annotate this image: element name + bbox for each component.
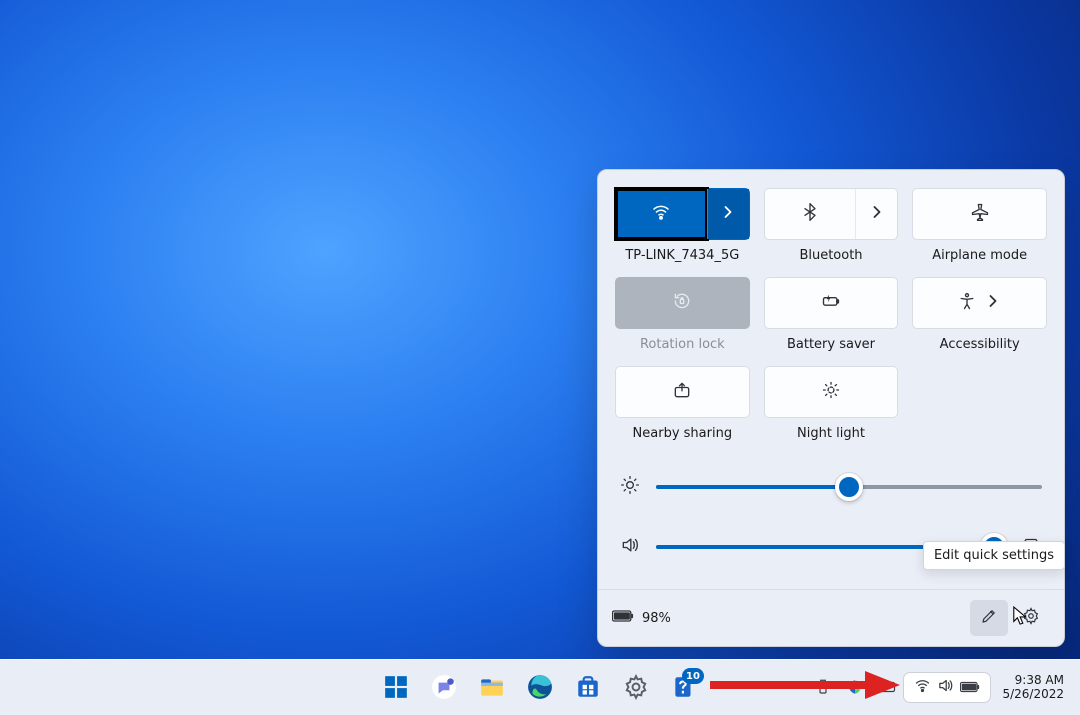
quick-settings-flyout: TP-LINK_7434_5G Bluetooth [597,169,1065,647]
airplane-label: Airplane mode [932,248,1027,263]
brightness-slider[interactable] [656,485,1042,489]
wifi-icon [651,202,671,226]
bluetooth-icon [800,202,820,226]
accessibility-button[interactable] [912,277,1047,329]
taskbar: 10 9:38 AM 5/26/2022 [0,659,1080,715]
taskbar-edge[interactable] [519,666,561,708]
quick-settings-footer: 98% [598,589,1064,646]
accessibility-icon [957,291,977,315]
rotation-label: Rotation lock [640,337,725,352]
battery-saver-label: Battery saver [787,337,875,352]
pencil-icon [980,607,998,629]
battery-saver-icon [821,291,841,315]
nearby-button[interactable] [615,366,750,418]
accessibility-tile: Accessibility [913,277,1046,352]
night-light-icon [821,380,841,404]
start-button[interactable] [375,666,417,708]
nearby-label: Nearby sharing [633,426,733,441]
wifi-label: TP-LINK_7434_5G [625,248,739,263]
nearby-sharing-icon [672,380,692,404]
bluetooth-toggle[interactable] [765,189,856,239]
battery-saver-button[interactable] [764,277,899,329]
night-button[interactable] [764,366,899,418]
chevron-right-icon [983,291,1003,315]
brightness-icon [620,475,640,499]
battery-status[interactable]: 98% [612,610,671,626]
quick-settings-tiles: TP-LINK_7434_5G Bluetooth [616,188,1046,441]
battery-percent: 98% [642,611,671,626]
wifi-button[interactable] [615,188,750,240]
airplane-icon [970,202,990,226]
taskbar-explorer[interactable] [471,666,513,708]
battery-saver-tile: Battery saver [765,277,898,352]
system-tray-group[interactable] [904,673,990,702]
bluetooth-tile: Bluetooth [765,188,898,263]
nearby-tile: Nearby sharing [616,366,749,441]
bluetooth-expand[interactable] [855,189,897,239]
night-tile: Night light [765,366,898,441]
tray-wifi-icon [914,677,931,698]
wifi-expand[interactable] [707,189,749,239]
taskbar-badge: 10 [682,668,704,684]
clock-time: 9:38 AM [1015,673,1064,687]
edit-tooltip: Edit quick settings [923,541,1065,570]
taskbar-settings[interactable] [615,666,657,708]
tray-volume-icon [937,677,954,698]
volume-icon [620,535,640,559]
taskbar-store[interactable] [567,666,609,708]
chevron-right-icon [718,202,738,226]
rotation-lock-icon [672,291,692,315]
taskbar-tips[interactable]: 10 [663,666,705,708]
airplane-button[interactable] [912,188,1047,240]
airplane-tile: Airplane mode [913,188,1046,263]
brightness-slider-row [620,475,1042,499]
chevron-right-icon [867,202,887,226]
taskbar-clock[interactable]: 9:38 AM 5/26/2022 [992,673,1070,701]
rotation-button [615,277,750,329]
cursor-icon [1012,605,1030,627]
wifi-toggle[interactable] [616,189,707,239]
accessibility-label: Accessibility [940,337,1020,352]
tray-battery-icon [960,678,980,697]
wifi-tile: TP-LINK_7434_5G [616,188,749,263]
clock-date: 5/26/2022 [1002,687,1064,701]
night-label: Night light [797,426,865,441]
bluetooth-label: Bluetooth [799,248,862,263]
taskbar-chat[interactable] [423,666,465,708]
taskbar-center: 10 [375,659,705,715]
annotation-arrow [710,667,900,703]
bluetooth-button[interactable] [764,188,899,240]
battery-icon [612,610,634,626]
edit-quick-settings-button[interactable] [970,600,1008,636]
rotation-tile: Rotation lock [616,277,749,352]
